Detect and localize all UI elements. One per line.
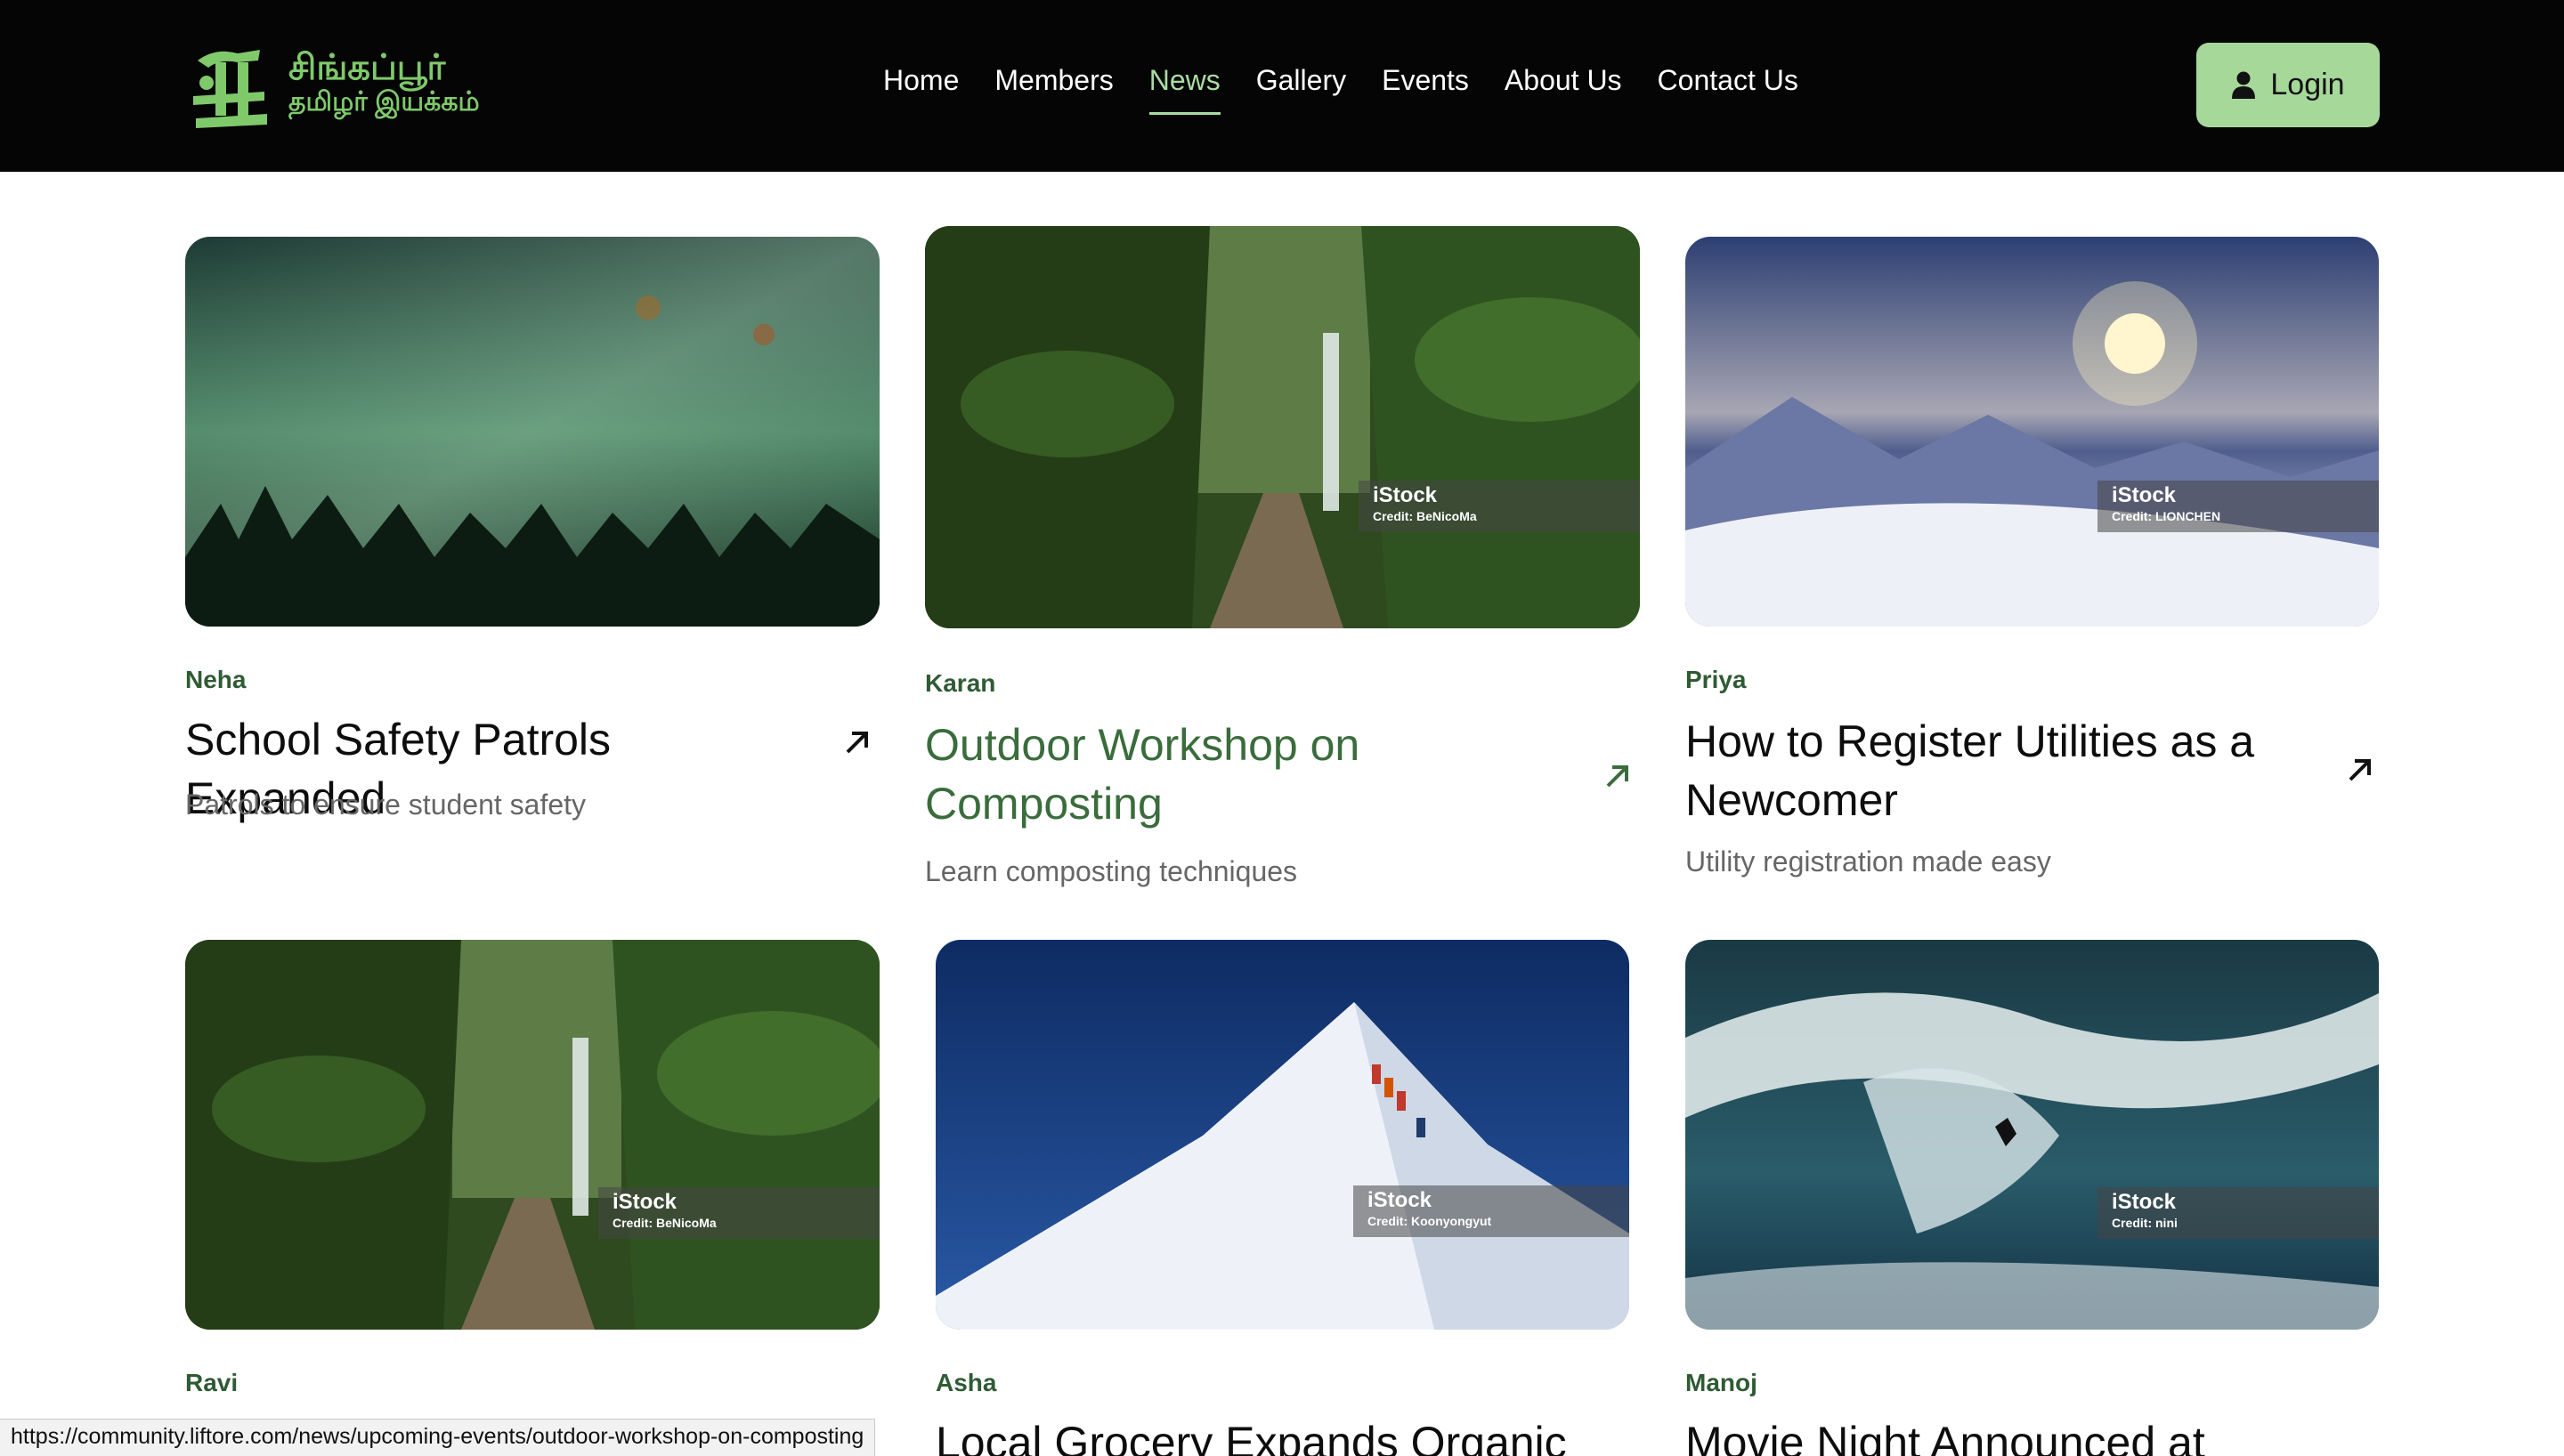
card-description: Utility registration made easy [1685,845,2051,878]
card-title[interactable]: How to Register Utilities as a Newcomer [1685,712,2308,829]
nav-members[interactable]: Members [994,64,1113,97]
watermark-credit: Credit: LIONCHEN [2112,509,2221,523]
card-image[interactable]: iStock Credit: BeNicoMa [185,940,880,1330]
arrow-up-right-icon[interactable] [842,727,872,757]
nav-news[interactable]: News [1148,64,1221,115]
card-title[interactable]: Local Grocery Expands Organic [936,1413,1630,1456]
site-logo[interactable]: சிங்கப்பூர் தமிழர் இயக்கம் [189,43,491,132]
card-image[interactable]: iStock Credit: nini [1685,940,2379,1330]
watermark-credit: Credit: Koonyongyut [1367,1214,1492,1228]
logo-subtitle: தமிழர் இயக்கம் [288,87,480,117]
login-button[interactable]: Login [2196,43,2380,127]
user-icon [2232,71,2256,99]
snow-peak-climbers-photo [936,940,1629,1330]
watermark-brand: iStock [2112,483,2177,507]
watermark-credit: Credit: BeNicoMa [1373,509,1477,523]
watermark-brand: iStock [1367,1188,1432,1212]
watermark-brand: iStock [1373,483,1438,507]
card-image[interactable] [185,237,880,627]
logo-emblem-icon [193,50,267,128]
link-status-bar: https://community.liftore.com/news/upcom… [0,1419,876,1456]
card-author: Asha [936,1369,997,1396]
image-watermark: iStock Credit: Koonyongyut [1353,1185,1629,1237]
site-header: சிங்கப்பூர் தமிழர் இயக்கம் Home Members … [0,0,2564,172]
card-image[interactable]: iStock Credit: Koonyongyut [936,940,1629,1330]
nav-gallery[interactable]: Gallery [1256,64,1346,97]
watermark-brand: iStock [2112,1190,2177,1214]
watermark-credit: Credit: nini [2112,1216,2178,1230]
jungle-waterfall-photo [185,940,880,1330]
nav-home[interactable]: Home [883,64,959,97]
logo-title: சிங்கப்பூர் [288,48,446,87]
nav-contact-us[interactable]: Contact Us [1658,64,1798,97]
card-description: Patrols to ensure student safety [185,789,587,821]
login-label: Login [2270,68,2345,101]
card-image[interactable]: iStock Credit: BeNicoMa [925,226,1640,628]
card-author: Manoj [1685,1369,1757,1396]
watermark-brand: iStock [613,1190,678,1214]
card-title[interactable]: Movie Night Announced at [1685,1413,2380,1456]
misty-forest-photo [185,237,880,627]
card-title[interactable]: Outdoor Workshop on Composting [925,716,1424,833]
nav-events[interactable]: Events [1382,64,1469,97]
snowy-mountains-photo [1685,237,2379,627]
image-watermark: iStock Credit: BeNicoMa [1359,481,1640,532]
card-author: Priya [1685,666,1747,693]
card-image[interactable]: iStock Credit: LIONCHEN [1685,237,2379,627]
card-author: Ravi [185,1369,239,1396]
image-watermark: iStock Credit: nini [2097,1187,2379,1239]
main-nav: Home Members News Gallery Events About U… [883,64,1834,117]
big-wave-surfer-photo [1685,940,2379,1330]
watermark-credit: Credit: BeNicoMa [613,1216,717,1230]
arrow-up-right-icon[interactable] [1602,761,1633,791]
card-author: Karan [925,669,996,697]
card-description: Learn composting techniques [925,855,1298,887]
nav-about-us[interactable]: About Us [1505,64,1622,97]
arrow-up-right-icon[interactable] [2345,755,2375,785]
jungle-waterfall-photo [925,226,1640,628]
image-watermark: iStock Credit: BeNicoMa [598,1187,880,1239]
card-author: Neha [185,666,247,693]
image-watermark: iStock Credit: LIONCHEN [2097,481,2379,532]
